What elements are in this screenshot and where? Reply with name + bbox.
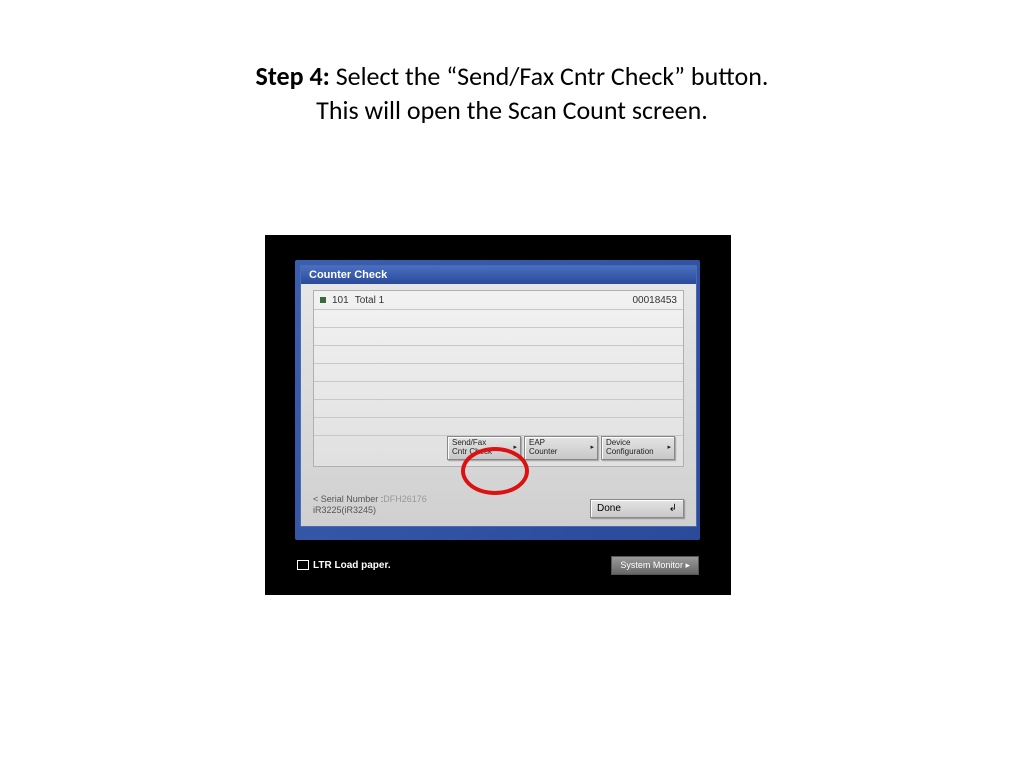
done-button[interactable]: Done ↲ bbox=[590, 499, 684, 518]
system-monitor-button[interactable]: System Monitor ▸ bbox=[611, 556, 699, 575]
instruction-line2: This will open the Scan Count screen. bbox=[316, 94, 708, 126]
device-screen-bg: Counter Check 101 Total 1 00018453 bbox=[295, 260, 700, 540]
chevron-right-icon: ▸ bbox=[513, 444, 517, 452]
chevron-right-icon: ▸ bbox=[667, 444, 671, 452]
model-name: iR3225(iR3245) bbox=[313, 505, 376, 515]
counter-check-window: Counter Check 101 Total 1 00018453 bbox=[300, 265, 697, 527]
chevron-right-icon: ▸ bbox=[685, 560, 690, 570]
counter-list: 101 Total 1 00018453 Send/FaxCntr Check … bbox=[313, 290, 684, 467]
list-line bbox=[314, 328, 683, 346]
return-icon: ↲ bbox=[669, 503, 677, 514]
instruction-text: Step 4: Select the “Send/Fax Cntr Check”… bbox=[0, 0, 1024, 128]
paper-status-icon bbox=[297, 560, 309, 570]
row-marker-icon bbox=[320, 297, 326, 303]
eap-counter-button[interactable]: EAPCounter ▸ bbox=[524, 436, 598, 460]
send-fax-cntr-check-button[interactable]: Send/FaxCntr Check ▸ bbox=[447, 436, 521, 460]
row-id: 101 bbox=[332, 295, 349, 306]
list-line bbox=[314, 382, 683, 400]
action-button-row: Send/FaxCntr Check ▸ EAPCounter ▸ Device… bbox=[447, 436, 675, 460]
list-line bbox=[314, 364, 683, 382]
row-label: Total 1 bbox=[355, 295, 384, 306]
list-line bbox=[314, 310, 683, 328]
instruction-line1: Select the “Send/Fax Cntr Check” button. bbox=[330, 60, 769, 92]
row-value: 00018453 bbox=[633, 295, 678, 306]
chevron-right-icon: ▸ bbox=[590, 444, 594, 452]
list-line bbox=[314, 400, 683, 418]
list-line bbox=[314, 346, 683, 364]
step-label: Step 4: bbox=[256, 60, 330, 92]
window-title: Counter Check bbox=[301, 266, 696, 284]
counter-row: 101 Total 1 00018453 bbox=[314, 291, 683, 310]
serial-info: < Serial Number :DFH26176 iR3225(iR3245) bbox=[313, 494, 427, 516]
list-line bbox=[314, 418, 683, 436]
device-configuration-button[interactable]: DeviceConfiguration ▸ bbox=[601, 436, 675, 460]
device-photo: Counter Check 101 Total 1 00018453 bbox=[265, 235, 731, 595]
status-bar: LTR Load paper. bbox=[297, 560, 391, 571]
